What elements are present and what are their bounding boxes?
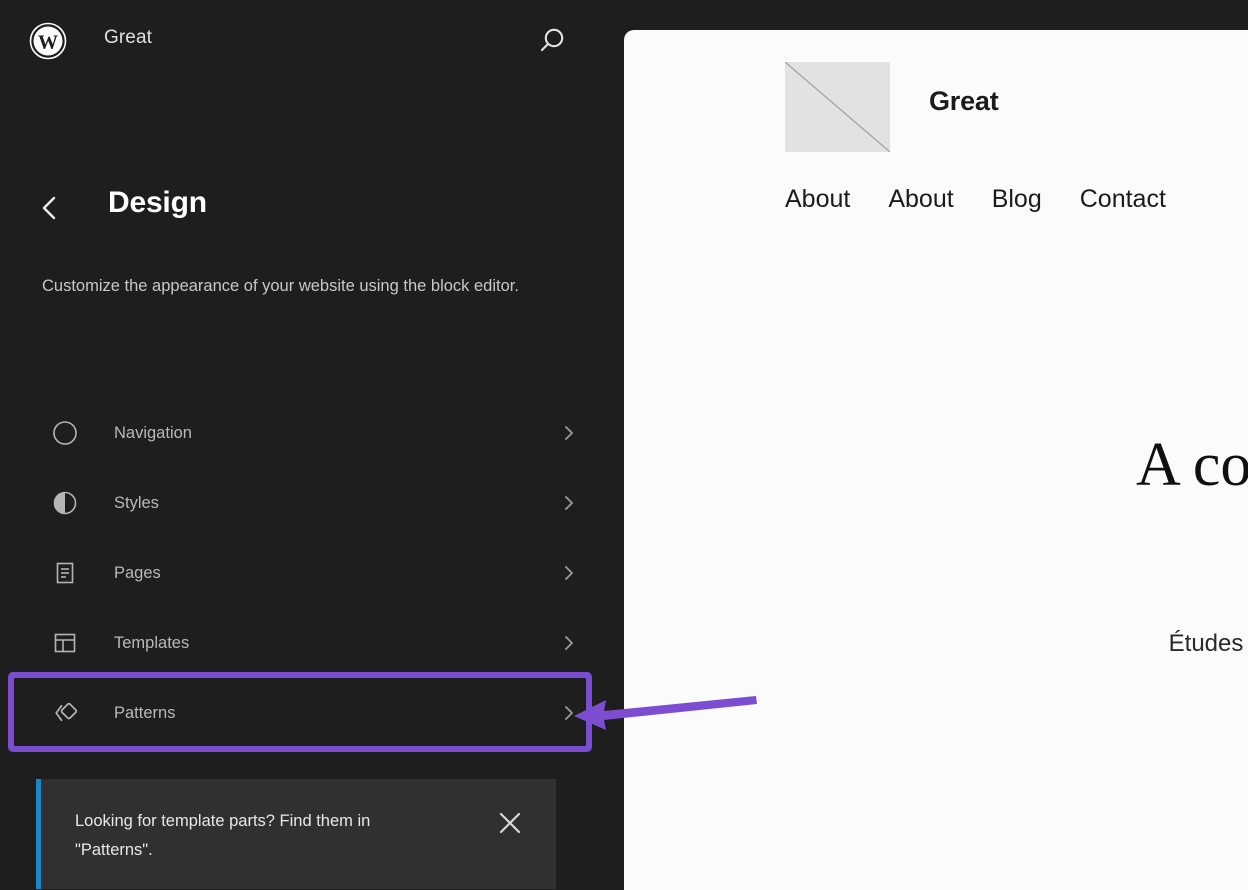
nav-link-about-1[interactable]: About — [785, 185, 850, 214]
page-title: Design — [108, 186, 207, 219]
nav-link-blog[interactable]: Blog — [992, 185, 1042, 214]
half-circle-icon — [50, 488, 80, 518]
sidebar-item-styles[interactable]: Styles — [0, 468, 624, 538]
preview-subtext: Études — [1168, 630, 1244, 657]
sidebar-item-label: Patterns — [114, 703, 176, 722]
notice-message: Looking for template parts? Find them in… — [75, 812, 371, 859]
chevron-right-icon — [562, 703, 576, 723]
document-icon — [50, 558, 80, 588]
sidebar-item-pages[interactable]: Pages — [0, 538, 624, 608]
sidebar-item-label: Pages — [114, 563, 161, 582]
compass-icon — [50, 418, 80, 448]
design-sidebar: W Great Design Customize the appearance … — [0, 0, 624, 890]
svg-text:W: W — [38, 32, 58, 54]
sidebar-item-navigation[interactable]: Navigation — [0, 398, 624, 468]
sidebar-site-title: Great — [104, 27, 153, 48]
sidebar-item-label: Navigation — [114, 423, 192, 442]
chevron-right-icon — [562, 633, 576, 653]
preview-heading: A co — [1136, 431, 1248, 499]
image-placeholder-icon — [785, 62, 890, 152]
nav-link-about-2[interactable]: About — [888, 185, 953, 214]
preview-site-title: Great — [929, 86, 999, 116]
patterns-icon — [50, 698, 80, 728]
close-icon[interactable] — [494, 807, 526, 839]
back-button[interactable] — [33, 188, 67, 228]
preview-navigation: About About Blog Contact — [785, 185, 1204, 214]
site-preview-frame[interactable]: Great About About Blog Contact A co Étud… — [624, 30, 1248, 890]
search-icon[interactable] — [532, 22, 572, 62]
chevron-right-icon — [562, 493, 576, 513]
sidebar-header: W Great — [0, 0, 624, 82]
sidebar-item-patterns[interactable]: Patterns — [0, 678, 624, 748]
template-parts-notice: Looking for template parts? Find them in… — [36, 779, 556, 889]
notice-accent-bar — [36, 779, 41, 889]
page-description: Customize the appearance of your website… — [42, 277, 519, 295]
sidebar-item-templates[interactable]: Templates — [0, 608, 624, 678]
chevron-right-icon — [562, 563, 576, 583]
wordpress-logo-icon[interactable]: W — [29, 22, 67, 60]
wordpress-site-editor: W Great Design Customize the appearance … — [0, 0, 1248, 890]
nav-link-contact[interactable]: Contact — [1080, 185, 1166, 214]
sidebar-item-label: Styles — [114, 493, 159, 512]
design-menu-list: Navigation Styles Pages Templates Patter… — [0, 398, 624, 748]
chevron-right-icon — [562, 423, 576, 443]
sidebar-item-label: Templates — [114, 633, 190, 652]
layout-icon — [50, 628, 80, 658]
